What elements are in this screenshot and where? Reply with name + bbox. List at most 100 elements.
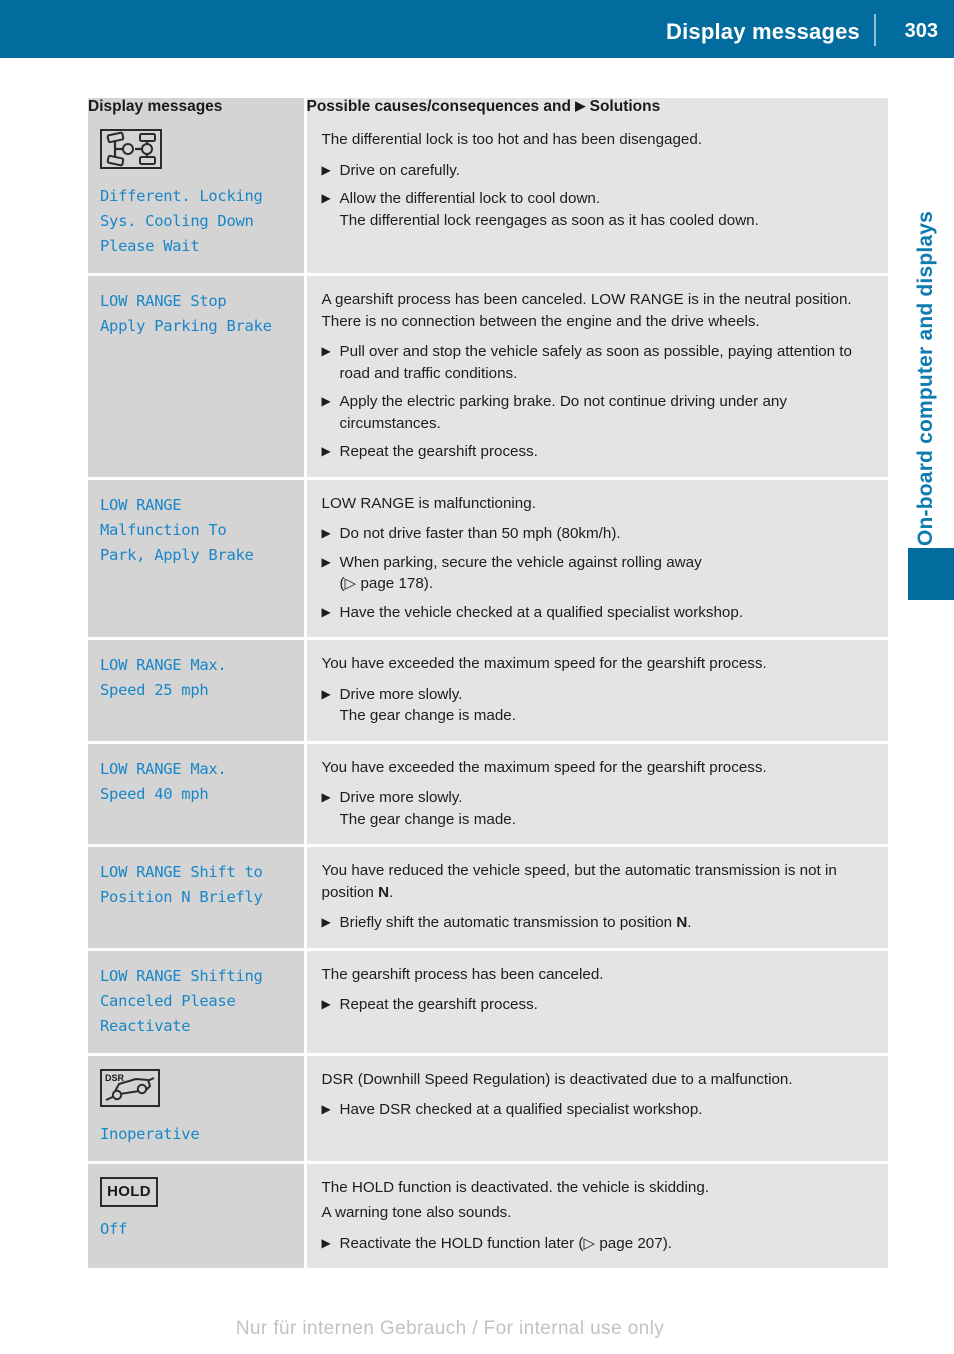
causes-solutions-cell: You have reduced the vehicle speed, but … — [303, 845, 888, 951]
causes-solutions-cell: LOW RANGE is malfunctioning. ▶ Do not driv… — [303, 478, 888, 640]
cause-paragraph: The differential lock is too hot and has… — [321, 131, 703, 148]
solution-step-text: Drive on carefully. — [339, 161, 460, 179]
solid-triangle-icon: ▶ — [321, 394, 331, 408]
table-row: LOW RANGE Shift to Position N Briefly You… — [88, 845, 888, 951]
display-message-text: LOW RANGE Malfunction To Park, Apply Bra… — [100, 495, 254, 564]
display-message-text: Off — [100, 1219, 128, 1238]
solution-step-text: Briefly shift the automatic transmission… — [339, 914, 692, 931]
solution-step-result: The gear change is made. — [339, 810, 516, 828]
solution-step: ▶ Pull over and stop the vehicle safely a… — [322, 341, 875, 384]
solution-step: ▶ Have the vehicle checked at a qualified… — [322, 602, 875, 624]
message-cell: LOW RANGE Max. Speed 25 mph — [88, 638, 305, 744]
table-row: DSR Inoperative DSR (Downhill Speed Regula… — [88, 1054, 888, 1164]
solution-step-text: Repeat the gearshift process. — [339, 996, 538, 1013]
column-header-display-messages: Display messages — [88, 98, 305, 116]
solution-step: ▶ Drive more slowly. The gear change is ma… — [322, 787, 875, 830]
solid-triangle-icon: ▶ — [321, 1235, 331, 1250]
solution-step-text: Pull over and stop the vehicle safely as… — [339, 343, 852, 382]
table-row: LOW RANGE Max. Speed 40 mph You have exce… — [88, 742, 888, 847]
causes-solutions-cell: DSR (Downhill Speed Regulation) is deact… — [303, 1054, 888, 1164]
causes-solutions-cell: You have exceeded the maximum speed for … — [303, 638, 888, 744]
solid-triangle-icon: ▶ — [321, 526, 331, 540]
chapter-tab-marker — [908, 548, 954, 600]
solid-triangle-icon: ▶ — [321, 1102, 331, 1116]
differential-lock-icon — [100, 129, 162, 169]
solution-step: ▶ Drive more slowly. The gear change is ma… — [322, 684, 875, 727]
cause-paragraph: You have exceeded the maximum speed for … — [321, 758, 767, 776]
solution-step-text: Drive more slowly. — [339, 685, 463, 703]
solution-step-result: The gear change is made. — [339, 707, 516, 724]
display-messages-table: Display messages Possible causes/consequ… — [88, 98, 888, 1268]
solid-triangle-icon: ▶ — [321, 554, 331, 569]
display-message-text: LOW RANGE Stop Apply Parking Brake — [100, 292, 272, 335]
dsr-downhill-icon: DSR — [100, 1068, 160, 1107]
table-row: LOW RANGE Stop Apply Parking Brake A gear… — [88, 274, 888, 480]
display-message-text: LOW RANGE Max. Speed 25 mph — [100, 656, 227, 699]
solution-step: ▶ When parking, secure the vehicle agains… — [322, 552, 875, 595]
solution-step-text: Have the vehicle checked at a qualified … — [339, 603, 744, 621]
column-header-solutions-text: Solutions — [589, 98, 661, 115]
solution-step-result: (▷ page 178). — [339, 575, 434, 592]
solution-step-text: Repeat the gearshift process. — [339, 443, 538, 460]
message-cell: HOLD Off — [88, 1162, 305, 1268]
solution-step: ▶ Repeat the gearshift process. — [322, 441, 875, 463]
display-message-text: LOW RANGE Shifting Canceled Please React… — [100, 966, 263, 1035]
message-cell: LOW RANGE Malfunction To Park, Apply Bra… — [88, 478, 305, 640]
solid-triangle-icon: ▶ — [321, 162, 331, 177]
solution-step-text: Allow the differential lock to cool down… — [339, 190, 601, 207]
chapter-label: On-board computer and displays — [914, 210, 937, 546]
cause-paragraph: LOW RANGE is malfunctioning. — [321, 494, 536, 512]
table-header-row: Display messages Possible causes/consequ… — [88, 98, 888, 116]
message-cell: DSR Inoperative — [88, 1054, 305, 1164]
message-cell: LOW RANGE Max. Speed 40 mph — [88, 742, 305, 847]
solution-step-text: Apply the electric parking brake. Do not… — [339, 393, 787, 432]
solution-step-text: Reactivate the HOLD function later (▷ pa… — [339, 1234, 672, 1252]
header-divider — [874, 14, 876, 46]
solid-triangle-icon: ▶ — [321, 604, 331, 619]
solid-triangle-icon: ▶ — [321, 344, 331, 358]
solid-triangle-icon: ▶ — [321, 686, 331, 701]
solution-step-text: Drive more slowly. — [339, 789, 463, 806]
solid-triangle-icon: ▶ — [321, 790, 331, 804]
hold-icon: HOLD — [100, 1176, 158, 1207]
cause-paragraph: DSR (Downhill Speed Regulation) is deact… — [321, 1070, 793, 1088]
causes-solutions-cell: You have exceeded the maximum speed for … — [303, 742, 888, 847]
solution-step: ▶ Briefly shift the automatic transmissio… — [322, 912, 875, 934]
solution-step: ▶ Have DSR checked at a qualified special… — [322, 1099, 875, 1121]
solution-step: ▶ Do not drive faster than 50 mph (80km/h… — [322, 523, 875, 545]
cause-paragraph: The HOLD function is deactivated. the ve… — [321, 1178, 709, 1196]
solid-triangle-icon: ▶ — [321, 444, 331, 458]
cause-paragraph: A gearshift process has been canceled. L… — [321, 291, 852, 330]
causes-solutions-cell: The HOLD function is deactivated. the ve… — [303, 1162, 888, 1268]
message-cell: LOW RANGE Stop Apply Parking Brake — [88, 274, 305, 480]
cause-paragraph: The gearshift process has been canceled. — [321, 965, 604, 983]
message-cell: Different. Locking Sys. Cooling Down Ple… — [88, 116, 305, 276]
solution-step-result: The differential lock reengages as soon … — [339, 211, 759, 229]
solution-step-text: Do not drive faster than 50 mph (80km/h)… — [339, 525, 621, 542]
footer-watermark: Nur für internen Gebrauch / For internal… — [235, 1318, 665, 1339]
causes-solutions-cell: The differential lock is too hot and has… — [303, 116, 888, 276]
table-row: LOW RANGE Shifting Canceled Please React… — [88, 949, 888, 1056]
solution-step: ▶ Drive on carefully. — [322, 160, 875, 182]
page-number: 303 — [904, 20, 938, 42]
solution-step-text: When parking, secure the vehicle against… — [339, 553, 702, 571]
causes-solutions-cell: The gearshift process has been canceled.… — [303, 949, 888, 1056]
message-cell: LOW RANGE Shifting Canceled Please React… — [88, 949, 305, 1056]
solid-triangle-icon: ▶ — [321, 191, 331, 205]
table-row: HOLD Off The HOLD function is deactivated.… — [88, 1162, 888, 1268]
solution-step: ▶ Apply the electric parking brake. Do no… — [322, 391, 875, 434]
column-header-causes-text: Possible causes/consequences and — [306, 98, 571, 115]
solution-step: ▶ Reactivate the HOLD function later (▷ p… — [322, 1233, 875, 1255]
causes-solutions-cell: A gearshift process has been canceled. L… — [303, 274, 888, 480]
cause-paragraph: You have reduced the vehicle speed, but … — [321, 862, 837, 901]
solution-step: ▶ Allow the differential lock to cool dow… — [322, 188, 875, 231]
solid-triangle-icon: ▶ — [575, 98, 586, 113]
page-title: Display messages — [666, 19, 860, 44]
table-row: Different. Locking Sys. Cooling Down Ple… — [88, 116, 888, 276]
display-message-text: Different. Locking Sys. Cooling Down Ple… — [100, 187, 263, 255]
column-header-causes-solutions: Possible causes/consequences and ▶ Solut… — [303, 98, 888, 116]
message-cell: LOW RANGE Shift to Position N Briefly — [88, 845, 305, 951]
display-message-text: LOW RANGE Shift to Position N Briefly — [100, 863, 263, 906]
display-message-text: LOW RANGE Max. Speed 40 mph — [100, 759, 227, 803]
solution-step-text: Have DSR checked at a qualified speciali… — [339, 1101, 703, 1118]
